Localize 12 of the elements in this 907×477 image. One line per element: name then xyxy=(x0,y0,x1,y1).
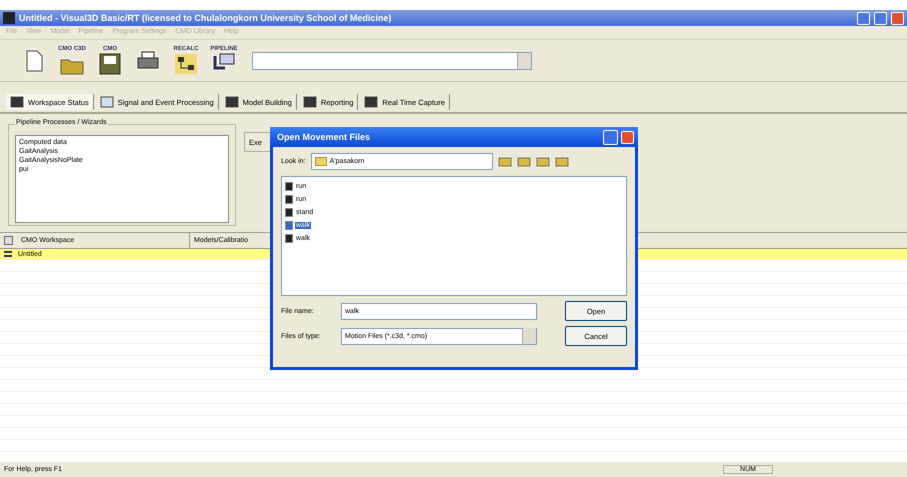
row-icon xyxy=(4,251,12,257)
maximize-button[interactable] xyxy=(874,12,887,24)
folder-icon xyxy=(314,157,327,166)
close-button[interactable] xyxy=(891,12,904,24)
app-icon xyxy=(3,12,15,24)
header-icon xyxy=(4,236,13,245)
close-button[interactable] xyxy=(621,130,634,144)
toolbar-combo-box[interactable] xyxy=(252,52,532,70)
network-icon xyxy=(173,52,199,76)
window-title: Untitled - Visual3D Basic/RT (licensed to Chulalongkorn University School of Medicine) xyxy=(19,13,392,23)
minimize-button[interactable] xyxy=(857,12,870,24)
help-button[interactable] xyxy=(603,130,618,144)
